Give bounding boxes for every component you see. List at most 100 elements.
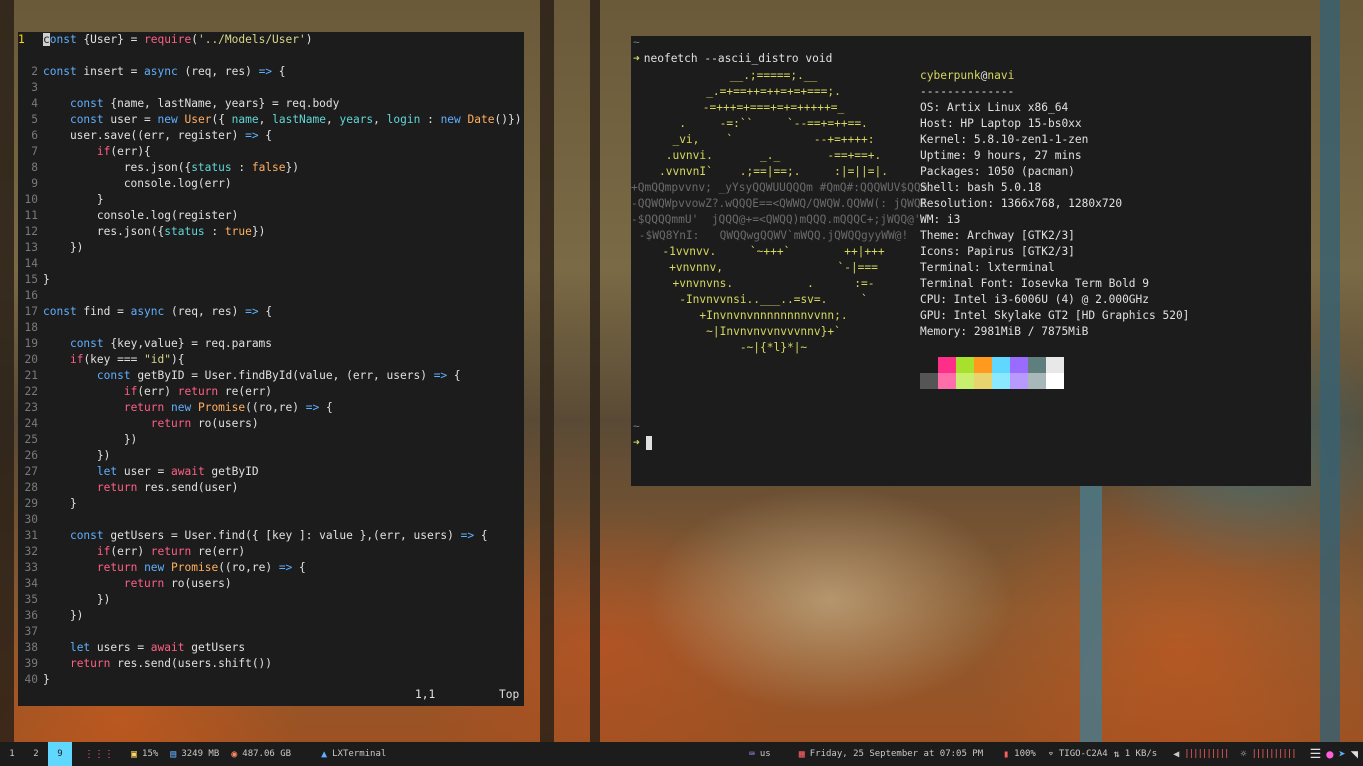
code-line[interactable]: 15} <box>18 272 524 288</box>
ascii-line: _vi, ` --+=++++: <box>672 133 875 146</box>
code-line[interactable]: 14 <box>18 256 524 272</box>
info-line: WM: i3 <box>920 213 961 226</box>
code-line[interactable]: 4 const {name, lastName, years} = req.bo… <box>18 96 524 112</box>
code-line[interactable]: 36 }) <box>18 608 524 624</box>
code-line[interactable]: 26 }) <box>18 448 524 464</box>
prompt-arrow-icon: ➜ <box>633 436 640 449</box>
color-swatch <box>938 373 956 389</box>
code-line[interactable]: 30 <box>18 512 524 528</box>
line-code: console.log(err) <box>43 177 232 190</box>
color-swatch <box>1028 357 1046 373</box>
ascii-line: __.;=====;.__ <box>729 69 818 82</box>
workspace-1[interactable]: 1 <box>0 742 24 766</box>
vim-statusline: 1,1 Top <box>18 684 524 706</box>
volume-icon: ◀ <box>1173 748 1180 760</box>
code-line[interactable]: 22 if(err) return re(err) <box>18 384 524 400</box>
date-value: Friday, 25 September at 07:05 PM <box>809 749 984 759</box>
brightness[interactable]: ☼ |||||||||| <box>1240 749 1296 760</box>
code-line[interactable]: 7 if(err){ <box>18 144 524 160</box>
code-lines[interactable]: 1 const {User} = require('../Models/User'… <box>18 32 524 688</box>
code-line[interactable]: 25 }) <box>18 432 524 448</box>
info-line: Terminal: lxterminal <box>920 261 1055 274</box>
menu-icon[interactable]: ☰ <box>1310 747 1322 762</box>
code-line[interactable]: 5 const user = new User({ name, lastName… <box>18 112 524 128</box>
wifi[interactable]: ⌔ TIGO-C2A4 <box>1048 749 1108 760</box>
code-line[interactable]: 39 return res.send(users.shift()) <box>18 656 524 672</box>
app-icon[interactable]: ● <box>1326 747 1333 761</box>
volume[interactable]: ◀ |||||||||| <box>1173 748 1229 760</box>
workspace-2[interactable]: 2 <box>24 742 48 766</box>
memory-icon: ▤ <box>170 748 177 760</box>
code-line[interactable]: 34 return ro(users) <box>18 576 524 592</box>
line-number: 14 <box>24 257 38 270</box>
prompt-line: ➜ neofetch --ascii_distro void <box>633 52 832 65</box>
code-line[interactable]: 11 console.log(register) <box>18 208 524 224</box>
status-bar: 129 ⋮⋮⋮ ▣ 15% ▤ 3249 MB ◉ 487.06 GB ▲ LXTerm… <box>0 742 1363 766</box>
code-line[interactable]: 16 <box>18 288 524 304</box>
line-code: const {name, lastName, years} = req.body <box>69 97 340 110</box>
code-line[interactable]: 32 if(err) return re(err) <box>18 544 524 560</box>
line-code: return ro(users) <box>123 577 232 590</box>
terminal-window[interactable]: ~ ➜ neofetch --ascii_distro void __.;====… <box>631 36 1311 486</box>
line-number: 15 <box>24 273 38 286</box>
info-line: GPU: Intel Skylake GT2 [HD Graphics 520] <box>920 309 1190 322</box>
line-number: 37 <box>24 625 38 638</box>
line-number: 9 <box>31 177 38 190</box>
code-line[interactable]: 23 return new Promise((ro,re) => { <box>18 400 524 416</box>
code-line[interactable]: 10 } <box>18 192 524 208</box>
line-code: return new Promise((ro,re) => { <box>123 401 333 414</box>
code-line[interactable]: 28 return res.send(user) <box>18 480 524 496</box>
workspace-list: 129 <box>0 742 72 766</box>
code-line[interactable]: 3 <box>18 80 524 96</box>
ascii-line: .vvnvnI` .;==|==;. :|=||=|. <box>658 165 888 178</box>
code-line[interactable]: 19 const {key,value} = req.params <box>18 336 524 352</box>
code-line[interactable]: 13 }) <box>18 240 524 256</box>
wifi-icon: ⌔ <box>1047 748 1054 760</box>
active-prompt[interactable]: ➜ <box>633 436 652 450</box>
line-number: 25 <box>24 433 38 446</box>
ascii-line: _.=+==++=++=+=+===;. <box>706 85 841 98</box>
code-line[interactable]: 31 const getUsers = User.find({ [key ]: … <box>18 528 524 544</box>
code-line[interactable]: 18 <box>18 320 524 336</box>
telegram-icon[interactable]: ➤ <box>1339 747 1346 761</box>
line-code: return res.send(user) <box>96 481 239 494</box>
vim-editor-window[interactable]: 1 const {User} = require('../Models/User'… <box>18 32 524 706</box>
brightness-bars: |||||||||| <box>1251 749 1296 759</box>
calendar-icon: ▦ <box>798 748 805 760</box>
code-line[interactable] <box>18 48 524 64</box>
code-line[interactable]: 20 if(key === "id"){ <box>18 352 524 368</box>
line-code: const {key,value} = req.params <box>69 337 273 350</box>
code-line[interactable]: 33 return new Promise((ro,re) => { <box>18 560 524 576</box>
line-code: let user = await getByID <box>96 465 259 478</box>
code-line[interactable]: 37 <box>18 624 524 640</box>
code-line[interactable]: 9 console.log(err) <box>18 176 524 192</box>
window-title: LXTerminal <box>332 749 387 759</box>
code-line[interactable]: 6 user.save((err, register) => { <box>18 128 524 144</box>
apps-grid[interactable]: ⋮⋮⋮ <box>84 749 119 760</box>
code-line[interactable]: 21 const getByID = User.findById(value, … <box>18 368 524 384</box>
code-line[interactable]: 35 }) <box>18 592 524 608</box>
code-line[interactable]: 8 res.json({status : false}) <box>18 160 524 176</box>
line-number: 23 <box>24 401 38 414</box>
code-line[interactable]: 2 const insert = async (req, res) => { <box>18 64 524 80</box>
code-line[interactable]: 17 const find = async (req, res) => { <box>18 304 524 320</box>
code-line[interactable]: 38 let users = await getUsers <box>18 640 524 656</box>
code-line[interactable]: 12 res.json({status : true}) <box>18 224 524 240</box>
volume-bars: |||||||||| <box>1184 749 1229 759</box>
info-line: Kernel: 5.8.10-zen1-1-zen <box>920 133 1089 146</box>
wifi-tray-icon[interactable]: ◥ <box>1351 747 1358 761</box>
ram-value: 3249 MB <box>181 749 220 759</box>
info-lines: OS: Artix Linux x86_64 Host: HP Laptop 15… <box>920 100 1189 338</box>
code-line[interactable]: 27 let user = await getByID <box>18 464 524 480</box>
date-time[interactable]: ▦ Friday, 25 September at 07:05 PM <box>799 749 983 760</box>
code-line[interactable]: 1 const {User} = require('../Models/User'… <box>18 32 524 48</box>
keyboard-layout[interactable]: ⌨ us <box>749 749 771 760</box>
network-speed: ⇅ 1 KB/s <box>1114 749 1158 760</box>
color-swatch <box>974 373 992 389</box>
line-code: }) <box>43 433 138 446</box>
line-code: } <box>43 273 50 286</box>
workspace-9[interactable]: 9 <box>48 742 72 766</box>
line-number: 34 <box>24 577 38 590</box>
code-line[interactable]: 24 return ro(users) <box>18 416 524 432</box>
code-line[interactable]: 29 } <box>18 496 524 512</box>
